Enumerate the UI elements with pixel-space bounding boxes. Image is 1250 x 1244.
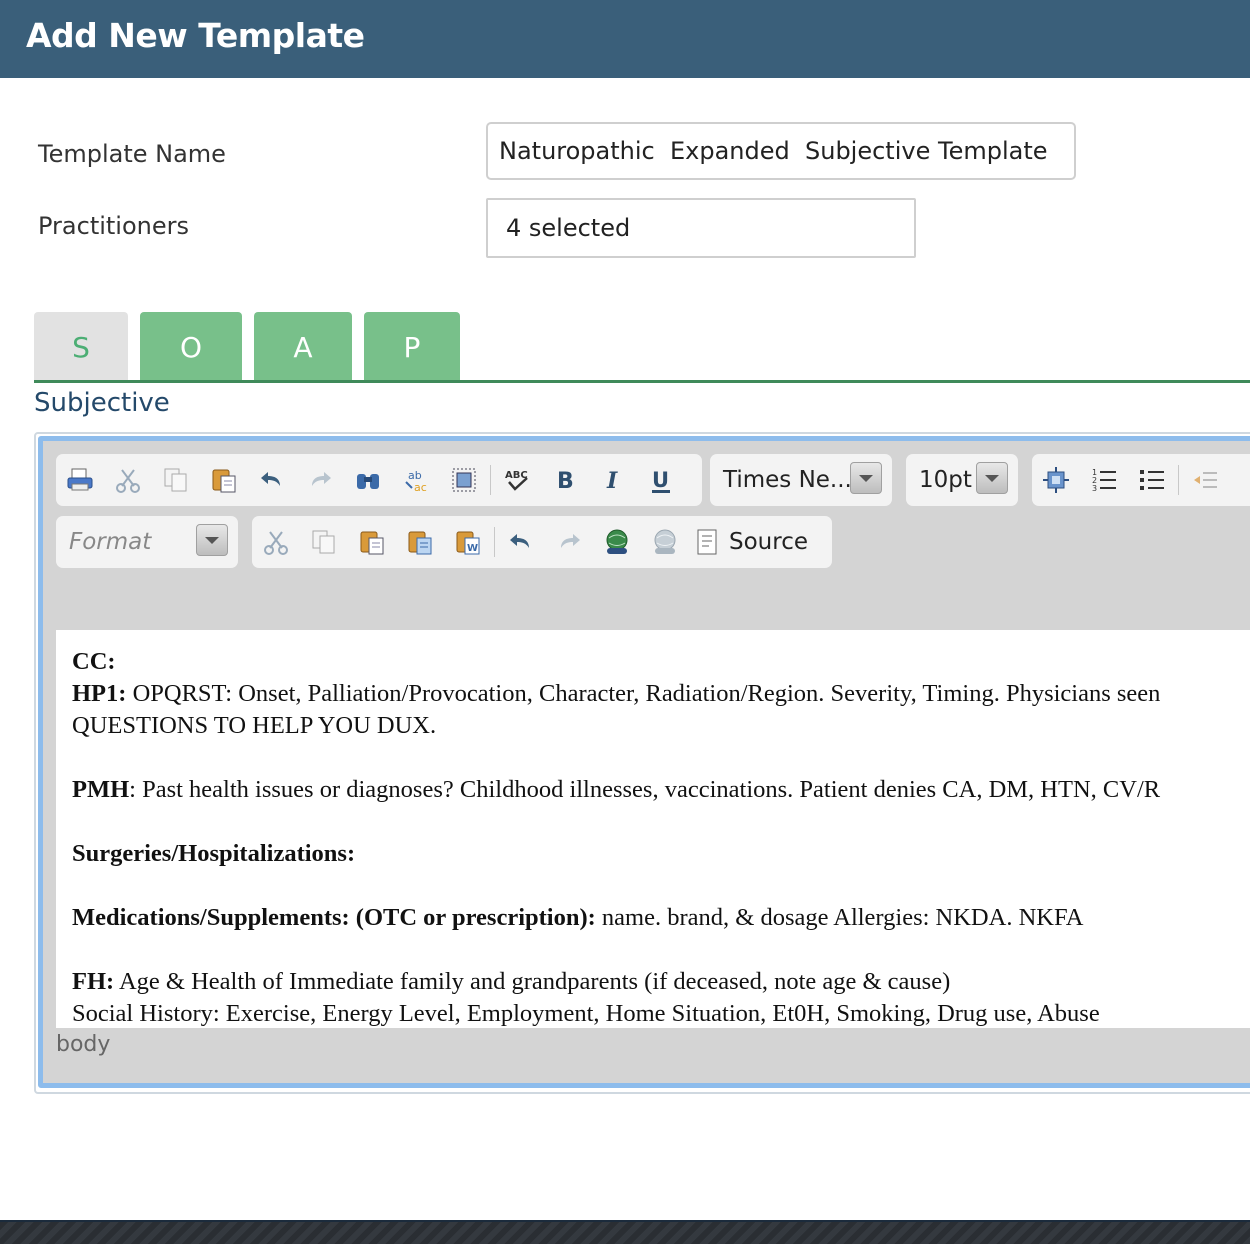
format-dropdown[interactable]: Format xyxy=(56,516,238,568)
tab-divider xyxy=(34,380,1250,383)
bold-icon[interactable]: B xyxy=(548,463,582,497)
svg-text:3: 3 xyxy=(1092,484,1097,493)
svg-text:I: I xyxy=(606,468,618,494)
toolbar-group-clipboard: W Source xyxy=(252,516,832,568)
replace-icon[interactable]: ab ac xyxy=(399,463,433,497)
section-title: Subjective xyxy=(34,388,170,418)
paste-icon[interactable] xyxy=(207,463,241,497)
template-name-input[interactable]: Naturopathic Expanded Subjective Templat… xyxy=(486,122,1076,180)
practitioners-value: 4 selected xyxy=(506,214,631,242)
template-name-value: Naturopathic Expanded Subjective Templat… xyxy=(499,137,1048,165)
tab-a-label: A xyxy=(293,330,313,364)
bulleted-list-icon[interactable] xyxy=(1135,463,1169,497)
tab-p[interactable]: P xyxy=(364,312,460,382)
copy-icon[interactable] xyxy=(159,463,193,497)
template-name-label: Template Name xyxy=(38,140,226,168)
redo-icon[interactable] xyxy=(303,463,337,497)
toolbar-group-basic: ab ac ABC B I U xyxy=(56,454,702,506)
pmh-text: : Past health issues or diagnoses? Child… xyxy=(129,776,1161,803)
source-icon xyxy=(697,529,717,555)
source-button[interactable]: Source xyxy=(695,525,808,559)
numbered-list-icon[interactable]: 123 xyxy=(1087,463,1121,497)
hp1-label: HP1: xyxy=(72,680,127,707)
svg-text:ac: ac xyxy=(414,481,427,494)
hp1-text: OPQRST: Onset, Palliation/Provocation, C… xyxy=(126,680,1161,707)
content-line-pmh: PMH: Past health issues or diagnoses? Ch… xyxy=(72,774,1250,806)
content-line-social: Social History: Exercise, Energy Level, … xyxy=(72,1000,1100,1027)
paste-text-icon[interactable] xyxy=(403,525,437,559)
svg-text:U: U xyxy=(652,468,669,492)
fh-text: Age & Health of Immediate family and gra… xyxy=(114,968,951,995)
content-line-hp1-cont: QUESTIONS TO HELP YOU DUX. xyxy=(72,712,437,739)
page-title: Add New Template xyxy=(26,16,365,55)
svg-text:B: B xyxy=(557,469,574,494)
surgeries-label: Surgeries/Hospitalizations: xyxy=(72,840,356,867)
tab-o[interactable]: O xyxy=(140,312,242,382)
pmh-label: PMH xyxy=(72,776,130,803)
meds-text: name. brand, & dosage Allergies: NKDA. N… xyxy=(595,904,1084,931)
italic-icon[interactable]: I xyxy=(596,463,630,497)
font-family-value: Times Ne... xyxy=(723,467,852,493)
cut-icon[interactable] xyxy=(111,463,145,497)
copy-icon[interactable] xyxy=(307,525,341,559)
meds-label: Medications/Supplements: (OTC or prescri… xyxy=(72,904,596,931)
cc-label: CC: xyxy=(72,648,116,675)
font-family-dropdown[interactable]: Times Ne... xyxy=(710,454,892,506)
undo-icon[interactable] xyxy=(504,525,538,559)
page-header: Add New Template xyxy=(0,0,1250,78)
chevron-down-icon xyxy=(976,462,1008,494)
undo-icon[interactable] xyxy=(255,463,289,497)
chevron-down-icon xyxy=(196,524,228,556)
content-line-fh: FH: Age & Health of Immediate family and… xyxy=(72,966,1250,998)
font-size-value: 10pt xyxy=(919,467,972,493)
spellcheck-icon[interactable]: ABC xyxy=(500,463,534,497)
print-icon[interactable] xyxy=(63,463,97,497)
chevron-down-icon xyxy=(850,462,882,494)
tab-s-label: S xyxy=(72,330,90,364)
paste-word-icon[interactable]: W xyxy=(451,525,485,559)
outdent-icon[interactable] xyxy=(1188,463,1222,497)
insert-object-icon[interactable] xyxy=(1039,463,1073,497)
toolbar-group-lists: 123 xyxy=(1032,454,1250,506)
tab-a[interactable]: A xyxy=(254,312,352,382)
content-line-meds: Medications/Supplements: (OTC or prescri… xyxy=(72,902,1250,934)
tab-o-label: O xyxy=(179,330,203,364)
content-line-cc: CC: xyxy=(72,646,1250,678)
cut-icon[interactable] xyxy=(259,525,293,559)
unlink-icon[interactable] xyxy=(648,525,682,559)
find-icon[interactable] xyxy=(351,463,385,497)
fh-label: FH: xyxy=(72,968,115,995)
svg-text:W: W xyxy=(467,543,478,554)
element-path[interactable]: body xyxy=(56,1032,110,1057)
practitioners-label: Practitioners xyxy=(38,212,190,240)
font-size-dropdown[interactable]: 10pt xyxy=(906,454,1018,506)
toolbar-separator xyxy=(490,465,491,495)
editor-content[interactable]: CC: HP1: OPQRST: Onset, Palliation/Provo… xyxy=(56,630,1250,1028)
practitioners-select[interactable]: 4 selected xyxy=(486,198,916,258)
tab-s[interactable]: S xyxy=(34,312,128,382)
source-label: Source xyxy=(729,529,808,555)
format-placeholder: Format xyxy=(69,529,152,555)
tab-p-label: P xyxy=(403,330,421,364)
toolbar-separator xyxy=(1178,465,1179,495)
link-icon[interactable] xyxy=(600,525,634,559)
bottom-bar xyxy=(0,1220,1250,1244)
content-line-surgeries: Surgeries/Hospitalizations: xyxy=(72,838,1250,870)
underline-icon[interactable]: U xyxy=(644,463,678,497)
paste-icon[interactable] xyxy=(355,525,389,559)
toolbar-separator xyxy=(494,527,495,557)
select-all-icon[interactable] xyxy=(447,463,481,497)
content-line-hp1: HP1: OPQRST: Onset, Palliation/Provocati… xyxy=(72,678,1250,710)
redo-icon[interactable] xyxy=(552,525,586,559)
